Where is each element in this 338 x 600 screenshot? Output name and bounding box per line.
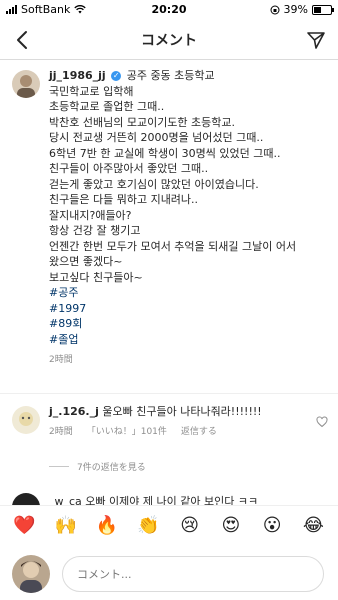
caption-line: 초등학교로 졸업한 그때..: [49, 100, 165, 113]
caption-line: 6학년 7반 한 교실에 학생이 30명씩 있었던 그때..: [49, 146, 281, 160]
caption-line: 박찬호 선배님의 모교이기도한 초등학교.: [49, 115, 236, 129]
comment-likes[interactable]: 「いいね！」101件: [87, 425, 167, 440]
caption-header: jj_1986_jj ✓ 공주 중동 초등학교: [49, 68, 330, 84]
raised-hands-emoji-button[interactable]: 🙌: [50, 510, 82, 542]
caption-line: 잘지내지?애들아?: [49, 208, 132, 222]
reply-button[interactable]: 返信する: [181, 425, 217, 440]
emoji-bar: ❤️ 🙌 🔥 👏 😢 😍 😮 😂: [0, 505, 338, 545]
comment-input-row: [0, 545, 338, 600]
comment-item: j_.126._j 울오빠 친구들아 나타나줘라!!!!!!! 2時間 「いいね…: [12, 404, 330, 440]
crying-emoji-button[interactable]: 😢: [174, 510, 206, 542]
replies-divider: [49, 466, 69, 467]
verified-badge-icon: ✓: [111, 71, 122, 81]
hashtag-link[interactable]: #공주: [49, 285, 330, 301]
avatar[interactable]: [12, 70, 40, 98]
comment-input[interactable]: [62, 556, 324, 592]
direct-send-button[interactable]: [302, 26, 330, 54]
battery-percent: 39%: [283, 3, 308, 16]
view-replies-label: 7件の返信を見る: [77, 463, 146, 473]
caption-line: 친구들은 다들 뭐하고 지내려나..: [49, 193, 199, 206]
comment-username[interactable]: j_.126._j: [49, 405, 99, 418]
heart-emoji-button[interactable]: ❤️: [9, 510, 41, 542]
nav-bar: コメント: [0, 20, 338, 60]
comment-body: j_.126._j 울오빠 친구들아 나타나줘라!!!!!!! 2時間 「いいね…: [49, 404, 330, 440]
avatar[interactable]: [12, 406, 40, 434]
caption-line: 국민학교로 입학해: [49, 84, 134, 98]
caption-line: 걷는게 좋았고 호기심이 많았던 아이였습니다.: [49, 177, 259, 191]
caption-line: 항상 건강 잘 챙기고: [49, 224, 141, 237]
send-icon: [307, 32, 325, 49]
orientation-lock-icon: [270, 5, 280, 14]
divider: [0, 393, 338, 394]
caption-timestamp: 2時間: [49, 355, 73, 365]
status-bar: SoftBank 20:20 39%: [0, 0, 338, 20]
username[interactable]: jj_1986_jj: [49, 69, 106, 82]
heart-eyes-emoji-button[interactable]: 😍: [215, 510, 247, 542]
status-right: 39%: [270, 3, 334, 16]
hashtag-link[interactable]: #1997: [49, 301, 330, 317]
hashtag-link[interactable]: #89회: [49, 316, 330, 332]
caption-line: 보고싶다 친구들아~: [49, 270, 143, 284]
location-label[interactable]: 공주 중동 초등학교: [127, 69, 215, 82]
like-heart-icon[interactable]: [316, 416, 328, 428]
comment-time: 2時間: [49, 427, 73, 437]
comment-text: 울오빠 친구들아 나타나줘라!!!!!!!: [102, 405, 262, 418]
view-replies-button[interactable]: 7件の返信を見る: [49, 460, 146, 473]
hashtag-link[interactable]: #졸업: [49, 332, 330, 348]
laughing-emoji-button[interactable]: 😂: [297, 510, 329, 542]
caption-line: 친구들이 아주많아서 좋았던 그때..: [49, 162, 209, 175]
fire-emoji-button[interactable]: 🔥: [91, 510, 123, 542]
caption-line: 당시 전교생 거뜬히 2000명을 넘어섰던 그때..: [49, 131, 264, 144]
clap-emoji-button[interactable]: 👏: [132, 510, 164, 542]
comment-meta: 2時間 「いいね！」101件 返信する: [49, 425, 330, 440]
caption-line: 왔으면 좋겠다~: [49, 255, 123, 268]
avatar: [12, 555, 50, 593]
caption-line: 언젠간 한번 모두가 모여서 추억을 되새길 그날이 어서: [49, 239, 297, 253]
page-title: コメント: [141, 33, 197, 49]
post-caption: jj_1986_jj ✓ 공주 중동 초등학교 국민학교로 입학해 초등학교로 …: [12, 68, 330, 369]
caption-body: jj_1986_jj ✓ 공주 중동 초등학교 국민학교로 입학해 초등학교로 …: [49, 68, 330, 369]
battery-icon: [312, 4, 334, 15]
surprised-emoji-button[interactable]: 😮: [256, 510, 288, 542]
